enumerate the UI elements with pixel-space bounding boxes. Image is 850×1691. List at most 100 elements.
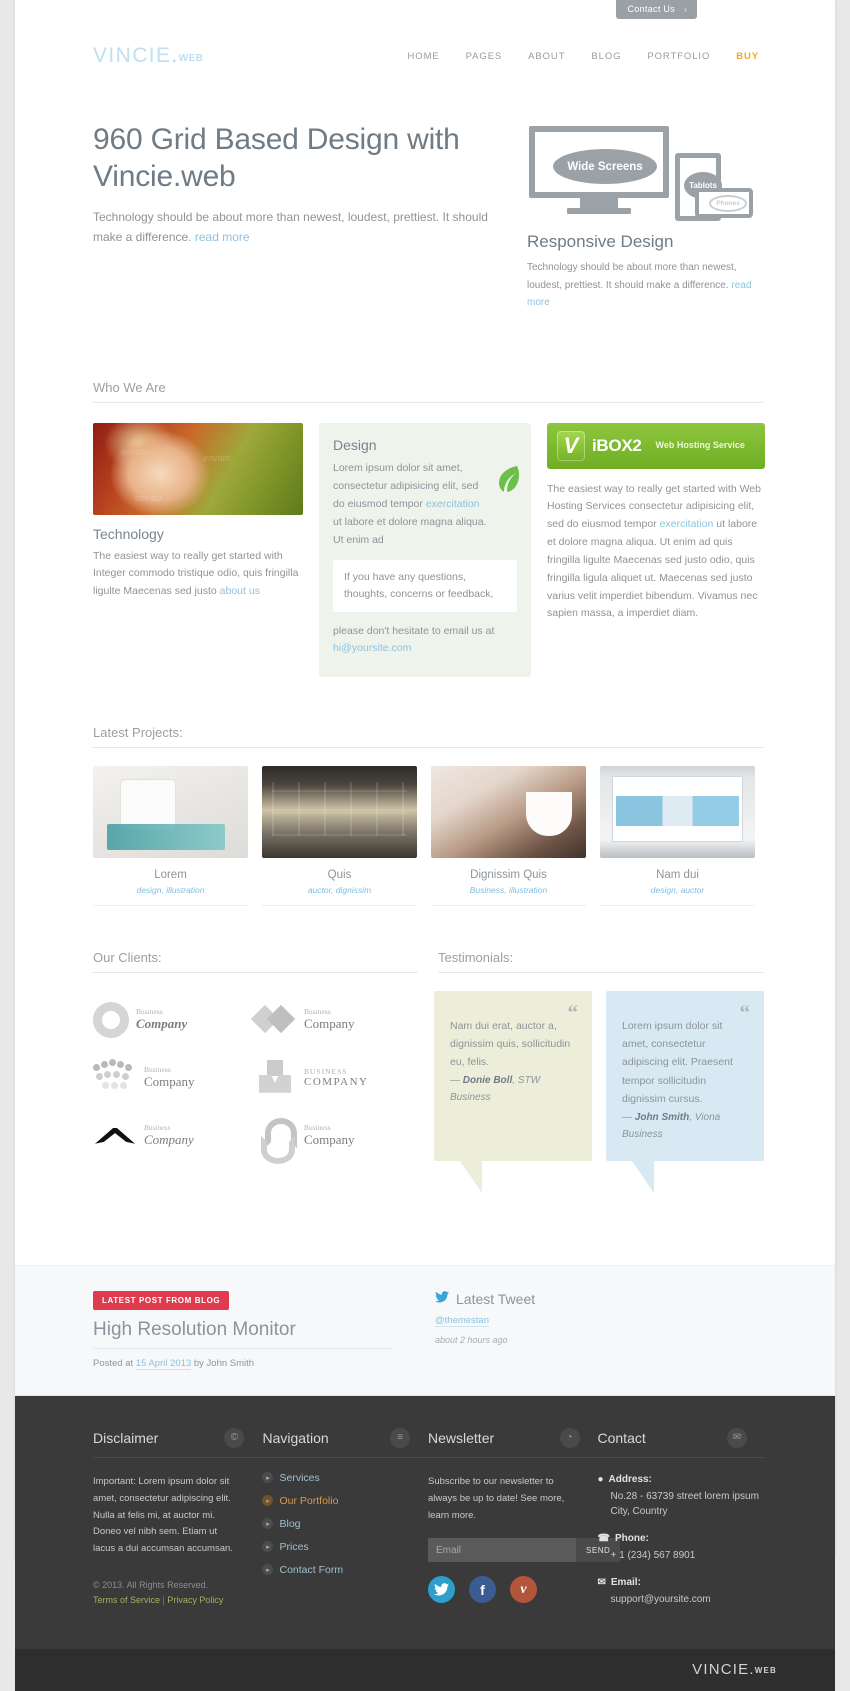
hero-read-more-link[interactable]: read more [195, 230, 250, 244]
footer-navigation-column: Navigation ≡ ▸ Services ▸ Our Portfolio [262, 1427, 429, 1621]
footer-nav-label[interactable]: Services [279, 1472, 319, 1484]
main-nav: HOME PAGES ABOUT BLOG PORTFOLIO BUY [408, 51, 759, 62]
nav-item-buy[interactable]: BUY [736, 51, 759, 62]
nav-item-blog[interactable]: BLOG [591, 51, 621, 62]
project-name: Lorem [154, 868, 187, 881]
project-thumbnail[interactable] [431, 765, 586, 858]
location-pin-icon: ● [597, 1473, 604, 1485]
blog-strip: LATEST POST FROM BLOG High Resolution Mo… [15, 1264, 835, 1396]
contact-us-button[interactable]: Contact Us › [615, 0, 697, 19]
exercitation-link[interactable]: exercitation [660, 518, 714, 530]
bubble-tail [460, 1160, 482, 1193]
client-logo[interactable]: Business Company [93, 991, 253, 1049]
client-logo[interactable]: Business Company [253, 991, 413, 1049]
footer-nav-item-portfolio[interactable]: ▸ Our Portfolio [262, 1495, 428, 1507]
phone-label-row: ☎ Phone: [598, 1533, 766, 1544]
our-clients-heading: Our Clients: [93, 950, 418, 973]
project-tags[interactable]: auctor, dignissim [262, 885, 417, 906]
chevron-right-icon: ▸ [262, 1472, 274, 1484]
technology-title: Technology [93, 525, 164, 542]
project-tags[interactable]: Business, illustration [431, 885, 586, 906]
site-logo[interactable]: VINCIE.WEB [93, 44, 204, 68]
client-mark-ring-icon [93, 1001, 129, 1038]
footer-nav-item-prices[interactable]: ▸ Prices [262, 1541, 428, 1553]
footer-disclaimer-column: Disclaimer © Important: Lorem ipsum dolo… [93, 1427, 263, 1621]
twitter-icon[interactable] [428, 1576, 456, 1604]
client-logo[interactable]: Business Company [93, 1107, 253, 1165]
post-meta-post: by John Smith [191, 1357, 255, 1369]
responsive-design-text: Technology should be about more than new… [527, 259, 755, 312]
hero-subtitle: Technology should be about more than new… [93, 207, 508, 248]
footer-nav-label[interactable]: Contact Form [279, 1564, 343, 1576]
footer-nav-item-contact-form[interactable]: ▸ Contact Form [262, 1564, 428, 1576]
footer-newsletter-head: Newsletter ◔ [428, 1427, 598, 1458]
exercitation-link[interactable]: exercitation [426, 498, 480, 510]
footer-nav-item-services[interactable]: ▸ Services [262, 1472, 428, 1484]
project-name: Dignissim Quis [470, 868, 547, 881]
post-date-link[interactable]: 15 April 2013 [135, 1357, 192, 1370]
envelope-icon: ✉ [727, 1427, 747, 1448]
client-logo-grid: Business Company Business Company Busine… [85, 991, 420, 1165]
nav-item-pages[interactable]: PAGES [466, 51, 503, 62]
client-logo[interactable]: Business Company [93, 1049, 253, 1107]
privacy-policy-link[interactable]: Privacy Policy [167, 1595, 223, 1605]
footer-disclaimer-title: Disclaimer [93, 1429, 159, 1446]
ibox2-banner[interactable]: V iBOX2 Web Hosting Service [547, 422, 765, 469]
quote-mark-icon: “ [739, 999, 751, 1024]
footer-newsletter-column: Newsletter ◔ Subscribe to our newsletter… [428, 1427, 621, 1621]
vimeo-icon[interactable]: v [510, 1576, 538, 1604]
who-we-are-heading: Who We Are [93, 380, 763, 403]
project-tags[interactable]: design, auctor [600, 885, 755, 906]
client-logo[interactable]: Business Company [253, 1107, 413, 1165]
latest-post-block: LATEST POST FROM BLOG High Resolution Mo… [93, 1290, 423, 1370]
twitter-bird-icon [435, 1290, 449, 1308]
email-label-row: ✉ Email: [598, 1577, 766, 1588]
project-card[interactable]: Nam dui design, auctor [600, 765, 755, 906]
design-foot-text: please don't hesitate to email us at [333, 624, 495, 637]
project-card[interactable]: Lorem design, illustration [93, 765, 248, 906]
footer-nav-list: ▸ Services ▸ Our Portfolio ▸ Blog ▸ Pric… [262, 1472, 428, 1576]
client-logo-text: Business Company [136, 1008, 187, 1031]
footer-legal-links: Terms of Service | Privacy Policy [93, 1595, 262, 1605]
about-us-link[interactable]: about us [220, 585, 260, 597]
tweet-handle-link[interactable]: @themestan [435, 1315, 490, 1327]
email-link[interactable]: hi@yoursite.com [333, 642, 411, 654]
hosting-body-post: ut labore et dolore magna aliqua. Ut eni… [547, 518, 758, 620]
hero-subtitle-text: Technology should be about more than new… [93, 209, 488, 245]
footer-logo-main: VINCIE [692, 1661, 750, 1679]
project-thumbnail[interactable] [262, 765, 417, 858]
footer-nav-label[interactable]: Blog [279, 1518, 300, 1530]
envelope-icon: ✉ [597, 1576, 606, 1588]
client-logo[interactable]: BUSINESS COMPANY [253, 1049, 413, 1107]
page-container: Contact Us › VINCIE.WEB HOME PAGES ABOUT… [15, 0, 835, 1691]
project-thumbnail[interactable] [600, 765, 755, 858]
contact-email-row: ✉ Email: support@yoursite.com [598, 1577, 766, 1607]
blog-strip-wrap: LATEST POST FROM BLOG High Resolution Mo… [85, 1290, 765, 1370]
post-title[interactable]: High Resolution Monitor [93, 1319, 393, 1349]
post-meta-pre: Posted at [93, 1357, 136, 1369]
terms-of-service-link[interactable]: Terms of Service [93, 1595, 160, 1605]
responsive-devices-graphic: Wide Screens Tablots Phones [527, 126, 753, 226]
testimonial-author-name: John Smith [634, 1111, 690, 1123]
topbar: Contact Us › [85, 0, 765, 19]
footer-nav-label[interactable]: Our Portfolio [279, 1495, 338, 1507]
chevron-right-icon: ▸ [262, 1564, 274, 1576]
nav-item-portfolio[interactable]: PORTFOLIO [647, 51, 710, 62]
facebook-icon[interactable]: f [469, 1576, 497, 1604]
nav-item-about[interactable]: ABOUT [528, 51, 565, 62]
photo-watermark: envato [203, 452, 231, 463]
project-card[interactable]: Quis auctor, dignissim [262, 765, 417, 906]
hosting-body: The easiest way to really get started wi… [547, 481, 765, 624]
nav-item-home[interactable]: HOME [408, 51, 440, 62]
project-thumbnail[interactable] [93, 765, 248, 858]
project-card[interactable]: Dignissim Quis Business, illustration [431, 765, 586, 906]
testimonial-author: — John Smith, Viona Business [622, 1111, 721, 1140]
copyright-icon: © [224, 1427, 245, 1448]
footer-nav-label[interactable]: Prices [279, 1541, 308, 1553]
client-logo-text: BUSINESS COMPANY [304, 1067, 369, 1088]
client-mark-swirl-icon [253, 1116, 297, 1164]
newsletter-email-input[interactable] [428, 1538, 577, 1563]
project-tags[interactable]: design, illustration [93, 885, 248, 906]
footer-nav-item-blog[interactable]: ▸ Blog [262, 1518, 428, 1530]
latest-projects-section: Latest Projects: Lorem design, illustrat… [85, 725, 765, 906]
